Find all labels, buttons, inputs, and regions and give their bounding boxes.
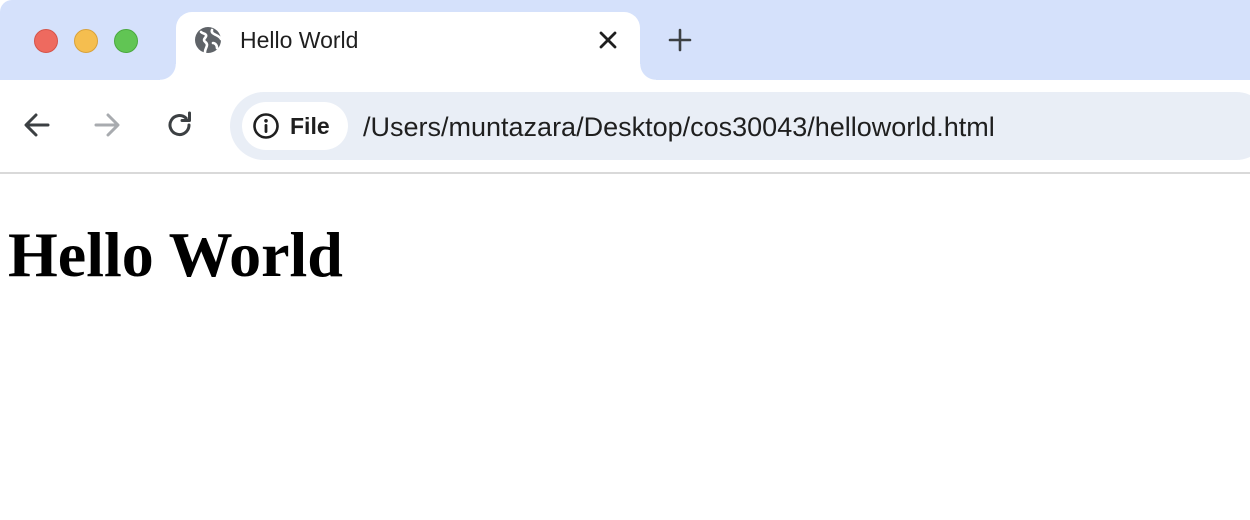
url-text[interactable]: /Users/muntazara/Desktop/cos30043/hellow… bbox=[363, 112, 995, 143]
close-icon[interactable] bbox=[594, 26, 622, 54]
forward-button[interactable] bbox=[90, 108, 124, 142]
reload-icon bbox=[168, 111, 191, 137]
plus-icon bbox=[668, 28, 692, 52]
window-maximize-button[interactable] bbox=[114, 29, 138, 53]
reload-button[interactable] bbox=[163, 108, 197, 142]
tab-title: Hello World bbox=[240, 27, 359, 53]
window-minimize-button[interactable] bbox=[74, 29, 98, 53]
browser-window: Hello World File /Users/muntazara/Deskto… bbox=[0, 0, 1250, 520]
tab-hello-world[interactable]: Hello World bbox=[160, 12, 656, 80]
address-bar[interactable]: File /Users/muntazara/Desktop/cos30043/h… bbox=[230, 92, 1250, 160]
window-close-button[interactable] bbox=[34, 29, 58, 53]
info-icon bbox=[252, 112, 280, 140]
page-content: Hello World bbox=[0, 174, 1250, 520]
site-chip-label: File bbox=[290, 113, 330, 139]
globe-icon bbox=[192, 24, 224, 56]
arrow-right-icon bbox=[94, 113, 120, 137]
tab-strip: Hello World bbox=[0, 0, 1250, 80]
toolbar: File /Users/muntazara/Desktop/cos30043/h… bbox=[0, 80, 1250, 172]
site-info-chip[interactable]: File bbox=[242, 102, 348, 150]
arrow-left-icon bbox=[24, 113, 50, 137]
new-tab-button[interactable] bbox=[664, 24, 696, 56]
page-heading: Hello World bbox=[8, 219, 343, 290]
back-button[interactable] bbox=[20, 108, 54, 142]
